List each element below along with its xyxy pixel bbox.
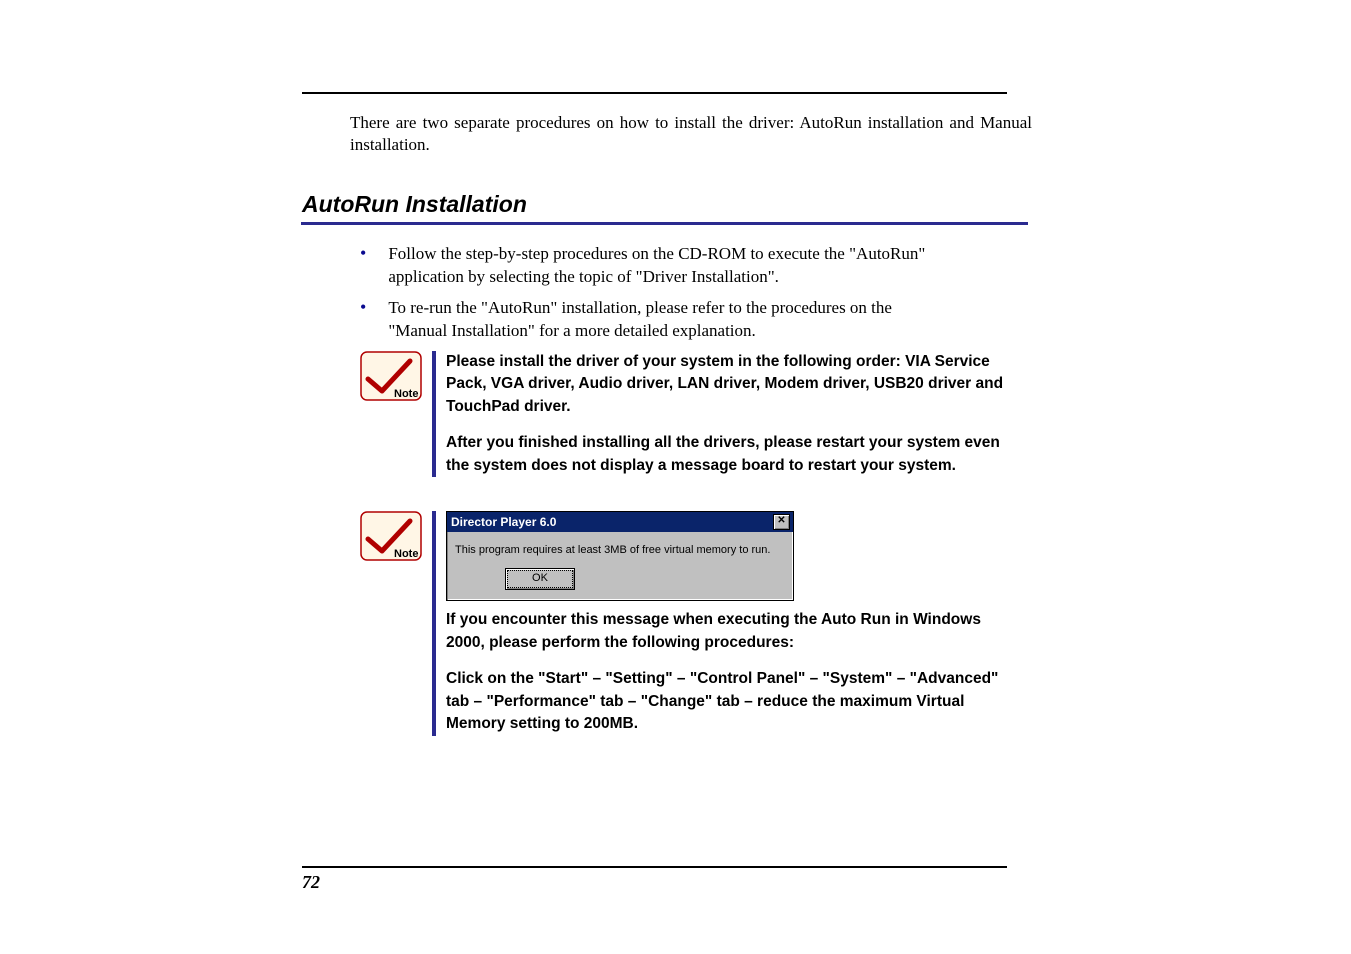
note-icon: Note — [360, 511, 426, 563]
page-number: 72 — [302, 872, 1007, 893]
bullet-text: To re-run the "AutoRun" installation, pl… — [388, 297, 948, 343]
dialog-body: This program requires at least 3MB of fr… — [447, 532, 793, 600]
ok-button[interactable]: OK — [505, 568, 575, 590]
dialog-titlebar: Director Player 6.0 ✕ — [447, 512, 793, 532]
footer: 72 — [302, 866, 1007, 893]
dialog-box: Director Player 6.0 ✕ This program requi… — [446, 511, 794, 601]
note-content: Director Player 6.0 ✕ This program requi… — [432, 511, 1016, 735]
note-paragraph: Click on the "Start" – "Setting" – "Cont… — [446, 668, 1016, 735]
bullet-icon: • — [360, 297, 366, 343]
bullet-text: Follow the step-by-step procedures on th… — [388, 243, 948, 289]
bottom-rule — [302, 866, 1007, 868]
section-underline — [301, 222, 1028, 225]
list-item: • To re-run the "AutoRun" installation, … — [360, 297, 1333, 343]
page-content: There are two separate procedures on how… — [302, 0, 1333, 736]
dialog-message: This program requires at least 3MB of fr… — [455, 544, 785, 556]
note-block-1: Note Please install the driver of your s… — [360, 351, 1333, 477]
intro-paragraph: There are two separate procedures on how… — [350, 112, 1032, 156]
top-rule — [302, 92, 1007, 94]
bullet-list: • Follow the step-by-step procedures on … — [360, 243, 1333, 343]
note-paragraph: After you finished installing all the dr… — [446, 432, 1016, 477]
dialog-title: Director Player 6.0 — [451, 515, 556, 529]
note-paragraph: If you encounter this message when execu… — [446, 609, 1016, 654]
bullet-icon: • — [360, 243, 366, 289]
section-title: AutoRun Installation — [302, 191, 1333, 218]
note-content: Please install the driver of your system… — [432, 351, 1016, 477]
close-icon[interactable]: ✕ — [773, 514, 790, 530]
list-item: • Follow the step-by-step procedures on … — [360, 243, 1333, 289]
note-block-2: Note Director Player 6.0 ✕ This program … — [360, 511, 1333, 735]
note-paragraph: Please install the driver of your system… — [446, 351, 1016, 418]
note-icon: Note — [360, 351, 426, 403]
svg-text:Note: Note — [394, 548, 418, 560]
svg-text:Note: Note — [394, 388, 418, 400]
